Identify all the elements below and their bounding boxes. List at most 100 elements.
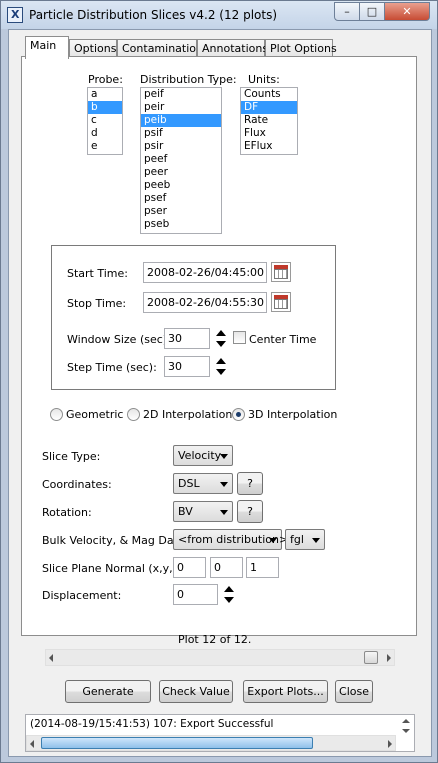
mag-data-dropdown[interactable]: fgl [285, 529, 325, 550]
scroll-right-icon[interactable] [387, 654, 391, 662]
export-plots-button[interactable]: Export Plots... [243, 680, 328, 703]
geometric-label: Geometric [66, 408, 124, 421]
scroll-left-icon[interactable] [30, 740, 34, 748]
rotation-help-button[interactable]: ? [237, 500, 263, 523]
mag-data-value: fgl [290, 533, 304, 546]
stop-time-input[interactable]: 2008-02-26/04:55:30 [143, 292, 267, 313]
plot-counter: Plot 12 of 12. [178, 633, 252, 646]
interp-2d-label: 2D Interpolation [143, 408, 233, 421]
start-time-input[interactable]: 2008-02-26/04:45:00 [143, 262, 267, 283]
units-item[interactable]: Counts [241, 88, 297, 101]
dist-item[interactable]: psif [141, 127, 221, 140]
normal-y-input[interactable]: 0 [210, 557, 243, 578]
chevron-down-icon [220, 454, 228, 459]
time-group: Start Time: 2008-02-26/04:45:00 Stop Tim… [51, 245, 336, 390]
probe-item[interactable]: d [88, 127, 122, 140]
dist-item[interactable]: peir [141, 101, 221, 114]
stop-time-label: Stop Time: [67, 297, 127, 310]
units-listbox[interactable]: Counts DF Rate Flux EFlux [240, 87, 298, 155]
status-hscroll[interactable] [26, 735, 396, 751]
dist-type-label: Distribution Type: [140, 73, 237, 86]
probe-label: Probe: [88, 73, 123, 86]
scroll-up-icon[interactable] [402, 719, 410, 723]
normal-x-input[interactable]: 0 [173, 557, 206, 578]
probe-item[interactable]: b [88, 101, 122, 114]
chevron-down-icon [269, 538, 277, 543]
displacement-input[interactable]: 0 [173, 584, 218, 605]
slice-type-value: Velocity [178, 449, 222, 462]
minimize-button[interactable]: – [334, 2, 360, 21]
center-time-checkbox[interactable] [233, 331, 246, 344]
dist-item[interactable]: peib [141, 114, 221, 127]
main-panel: Probe: Distribution Type: Units: abcde p… [21, 56, 417, 636]
units-item[interactable]: Flux [241, 127, 297, 140]
slice-type-dropdown[interactable]: Velocity [173, 445, 233, 466]
window-size-spinner[interactable] [213, 328, 229, 349]
step-time-label: Step Time (sec): [67, 361, 157, 374]
start-calendar-icon[interactable] [271, 262, 291, 282]
dist-item[interactable]: peer [141, 166, 221, 179]
generate-button[interactable]: Generate [65, 680, 151, 703]
bulk-velocity-dropdown[interactable]: <from distribution> [173, 529, 288, 550]
tab-main[interactable]: Main [25, 36, 69, 59]
status-hscroll-thumb[interactable] [41, 737, 313, 749]
normal-z-input[interactable]: 1 [246, 557, 279, 578]
maximize-button[interactable]: □ [359, 2, 385, 21]
window-title: Particle Distribution Slices v4.2 (12 pl… [29, 8, 278, 22]
bulk-velocity-label: Bulk Velocity, & Mag Data: [42, 534, 189, 547]
dist-item[interactable]: peeb [141, 179, 221, 192]
window-size-label: Window Size (sec): [67, 333, 171, 346]
dist-item[interactable]: pseb [141, 218, 221, 231]
check-value-button[interactable]: Check Value [159, 680, 233, 703]
slice-normal-label: Slice Plane Normal (x,y,z): [42, 562, 187, 575]
scroll-left-icon[interactable] [49, 654, 53, 662]
interp-3d-radio[interactable] [232, 408, 245, 421]
client-area: Main Options Contamination Annotations P… [8, 29, 432, 757]
app-icon [7, 7, 23, 23]
rotation-dropdown[interactable]: BV [173, 501, 233, 522]
coordinates-dropdown[interactable]: DSL [173, 473, 233, 494]
plot-slider[interactable] [45, 649, 395, 666]
dist-item[interactable]: peef [141, 153, 221, 166]
scroll-right-icon[interactable] [388, 740, 392, 748]
step-time-spinner[interactable] [213, 356, 229, 377]
probe-item[interactable]: e [88, 140, 122, 153]
rotation-label: Rotation: [42, 506, 92, 519]
units-item[interactable]: Rate [241, 114, 297, 127]
displacement-spinner[interactable] [221, 584, 237, 605]
units-label: Units: [248, 73, 280, 86]
units-item[interactable]: DF [241, 101, 297, 114]
coordinates-value: DSL [178, 477, 200, 490]
chevron-down-icon [312, 538, 320, 543]
scroll-down-icon[interactable] [402, 729, 410, 733]
dist-item[interactable]: psir [141, 140, 221, 153]
close-button[interactable]: Close [335, 680, 373, 703]
dist-item[interactable]: pser [141, 205, 221, 218]
status-message: (2014-08-19/15:41:53) 107: Export Succes… [30, 718, 274, 730]
step-time-input[interactable]: 30 [164, 356, 210, 377]
probe-listbox[interactable]: abcde [87, 87, 123, 155]
dist-item[interactable]: peif [141, 88, 221, 101]
interp-2d-radio[interactable] [127, 408, 140, 421]
interp-3d-label: 3D Interpolation [248, 408, 338, 421]
chevron-down-icon [220, 510, 228, 515]
window-size-input[interactable]: 30 [164, 328, 210, 349]
probe-item[interactable]: c [88, 114, 122, 127]
app-window: Particle Distribution Slices v4.2 (12 pl… [0, 0, 438, 763]
plot-slider-thumb[interactable] [364, 651, 378, 664]
geometric-radio[interactable] [50, 408, 63, 421]
stop-calendar-icon[interactable] [271, 292, 291, 312]
center-time-label: Center Time [249, 333, 317, 346]
distribution-listbox[interactable]: peif peir peib psif psir peef peer peeb psef pser… [140, 87, 222, 234]
units-item[interactable]: EFlux [241, 140, 297, 153]
rotation-value: BV [178, 505, 193, 518]
dist-item[interactable]: psef [141, 192, 221, 205]
start-time-label: Start Time: [67, 267, 128, 280]
coordinates-label: Coordinates: [42, 478, 112, 491]
displacement-label: Displacement: [42, 589, 122, 602]
coordinates-help-button[interactable]: ? [237, 472, 263, 495]
status-area: (2014-08-19/15:41:53) 107: Export Succes… [25, 714, 415, 752]
chevron-down-icon [220, 482, 228, 487]
probe-item[interactable]: a [88, 88, 122, 101]
close-window-button[interactable]: ✕ [384, 2, 430, 21]
